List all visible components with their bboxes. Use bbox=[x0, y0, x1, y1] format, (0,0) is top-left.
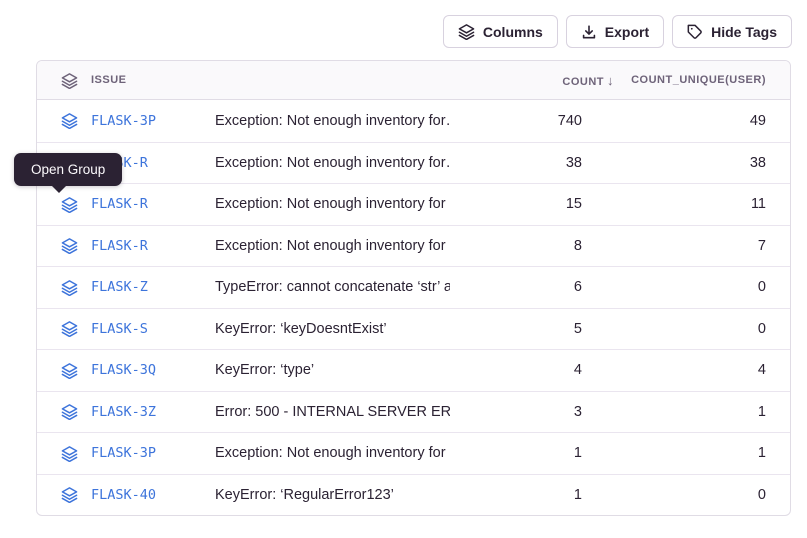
issue-cell: FLASK-3Z bbox=[37, 403, 215, 420]
issue-link[interactable]: FLASK-40 bbox=[91, 487, 156, 503]
open-group-icon[interactable] bbox=[61, 237, 78, 254]
issue-cell: FLASK-40 bbox=[37, 486, 215, 503]
open-group-icon[interactable] bbox=[61, 445, 78, 462]
export-button-label: Export bbox=[605, 24, 649, 40]
table-row: FLASK-40 KeyError: ‘RegularError123’ 1 0 bbox=[37, 474, 790, 516]
issue-link[interactable]: FLASK-Z bbox=[91, 279, 148, 295]
issue-title: Exception: Not enough inventory for… bbox=[215, 113, 450, 129]
count-unique-value: 1 bbox=[620, 445, 790, 461]
issue-link[interactable]: FLASK-3Z bbox=[91, 404, 156, 420]
hide-tags-button[interactable]: Hide Tags bbox=[672, 15, 792, 48]
header-count-label: COUNT bbox=[562, 76, 604, 88]
issue-title: Exception: Not enough inventory for… bbox=[215, 155, 450, 171]
columns-button[interactable]: Columns bbox=[443, 15, 558, 48]
issue-title: TypeError: cannot concatenate ‘str’ an… bbox=[215, 279, 450, 295]
count-unique-value: 0 bbox=[620, 279, 790, 295]
open-group-tooltip-label: Open Group bbox=[31, 162, 105, 177]
count-unique-value: 7 bbox=[620, 238, 790, 254]
issue-title: Exception: Not enough inventory for n… bbox=[215, 445, 450, 461]
table-header-row: ISSUE COUNT↓ COUNT_UNIQUE(USER) bbox=[37, 61, 790, 100]
issue-title: Exception: Not enough inventory for n… bbox=[215, 238, 450, 254]
header-count-unique[interactable]: COUNT_UNIQUE(USER) bbox=[620, 74, 790, 86]
issue-cell: FLASK-3P bbox=[37, 445, 215, 462]
table-body: FLASK-3P Exception: Not enough inventory… bbox=[37, 100, 790, 515]
table-row: FLASK-Z TypeError: cannot concatenate ‘s… bbox=[37, 266, 790, 308]
open-group-icon[interactable] bbox=[61, 196, 78, 213]
issue-title: Error: 500 - INTERNAL SERVER ERROR bbox=[215, 404, 450, 420]
table-row: FLASK-3P Exception: Not enough inventory… bbox=[37, 432, 790, 474]
table-row: FLASK-R Exception: Not enough inventory … bbox=[37, 225, 790, 267]
count-value: 6 bbox=[450, 279, 620, 295]
issue-cell: FLASK-3P bbox=[37, 112, 215, 129]
issue-link[interactable]: FLASK-R bbox=[91, 238, 148, 254]
table-row: FLASK-3Q KeyError: ‘type’ 4 4 bbox=[37, 349, 790, 391]
table-row: FLASK-3Z Error: 500 - INTERNAL SERVER ER… bbox=[37, 391, 790, 433]
table-row: FLASK-R Exception: Not enough inventory … bbox=[37, 183, 790, 225]
count-value: 1 bbox=[450, 445, 620, 461]
issue-title: KeyError: ‘keyDoesntExist’ bbox=[215, 321, 450, 337]
count-value: 1 bbox=[450, 487, 620, 503]
issue-cell: FLASK-R bbox=[37, 237, 215, 254]
hide-tags-button-label: Hide Tags bbox=[711, 24, 777, 40]
issue-cell: FLASK-Z bbox=[37, 279, 215, 296]
issue-title: KeyError: ‘type’ bbox=[215, 362, 450, 378]
tooltip-arrow bbox=[52, 186, 66, 193]
sort-desc-icon: ↓ bbox=[607, 73, 614, 88]
table-row: FLASK-3P Exception: Not enough inventory… bbox=[37, 100, 790, 142]
results-table: ISSUE COUNT↓ COUNT_UNIQUE(USER) FLASK-3P… bbox=[36, 60, 791, 516]
stack-icon bbox=[61, 72, 78, 89]
open-group-icon[interactable] bbox=[61, 320, 78, 337]
open-group-icon[interactable] bbox=[61, 279, 78, 296]
count-value: 740 bbox=[450, 113, 620, 129]
header-count-unique-label: COUNT_UNIQUE(USER) bbox=[631, 74, 766, 86]
header-count[interactable]: COUNT↓ bbox=[450, 73, 620, 88]
issue-link[interactable]: FLASK-R bbox=[91, 196, 148, 212]
count-value: 5 bbox=[450, 321, 620, 337]
issue-title: KeyError: ‘RegularError123’ bbox=[215, 487, 450, 503]
download-icon bbox=[581, 24, 597, 40]
issue-cell: FLASK-S bbox=[37, 320, 215, 337]
table-row: FLASK-R Exception: Not enough inventory … bbox=[37, 142, 790, 184]
issue-cell: FLASK-3Q bbox=[37, 362, 215, 379]
count-value: 38 bbox=[450, 155, 620, 171]
tag-icon bbox=[687, 24, 703, 40]
header-issue-label: ISSUE bbox=[91, 74, 127, 86]
count-unique-value: 11 bbox=[620, 196, 790, 212]
open-group-icon[interactable] bbox=[61, 112, 78, 129]
open-group-tooltip: Open Group bbox=[14, 153, 122, 186]
issue-link[interactable]: FLASK-S bbox=[91, 321, 148, 337]
count-value: 15 bbox=[450, 196, 620, 212]
open-group-icon[interactable] bbox=[61, 403, 78, 420]
count-unique-value: 38 bbox=[620, 155, 790, 171]
issue-cell: FLASK-R bbox=[37, 196, 215, 213]
open-group-icon[interactable] bbox=[61, 486, 78, 503]
count-unique-value: 0 bbox=[620, 487, 790, 503]
count-unique-value: 1 bbox=[620, 404, 790, 420]
issue-title: Exception: Not enough inventory for h… bbox=[215, 196, 450, 212]
columns-button-label: Columns bbox=[483, 24, 543, 40]
header-issue[interactable]: ISSUE bbox=[37, 72, 215, 89]
stack-icon bbox=[458, 23, 475, 40]
count-value: 3 bbox=[450, 404, 620, 420]
count-unique-value: 0 bbox=[620, 321, 790, 337]
issue-link[interactable]: FLASK-3P bbox=[91, 445, 156, 461]
count-unique-value: 49 bbox=[620, 113, 790, 129]
issue-link[interactable]: FLASK-3P bbox=[91, 113, 156, 129]
count-unique-value: 4 bbox=[620, 362, 790, 378]
open-group-icon[interactable] bbox=[61, 362, 78, 379]
table-row: FLASK-S KeyError: ‘keyDoesntExist’ 5 0 bbox=[37, 308, 790, 350]
export-button[interactable]: Export bbox=[566, 15, 664, 48]
table-actions-toolbar: Columns Export Hide Tags bbox=[443, 15, 792, 48]
count-value: 8 bbox=[450, 238, 620, 254]
count-value: 4 bbox=[450, 362, 620, 378]
issue-link[interactable]: FLASK-3Q bbox=[91, 362, 156, 378]
